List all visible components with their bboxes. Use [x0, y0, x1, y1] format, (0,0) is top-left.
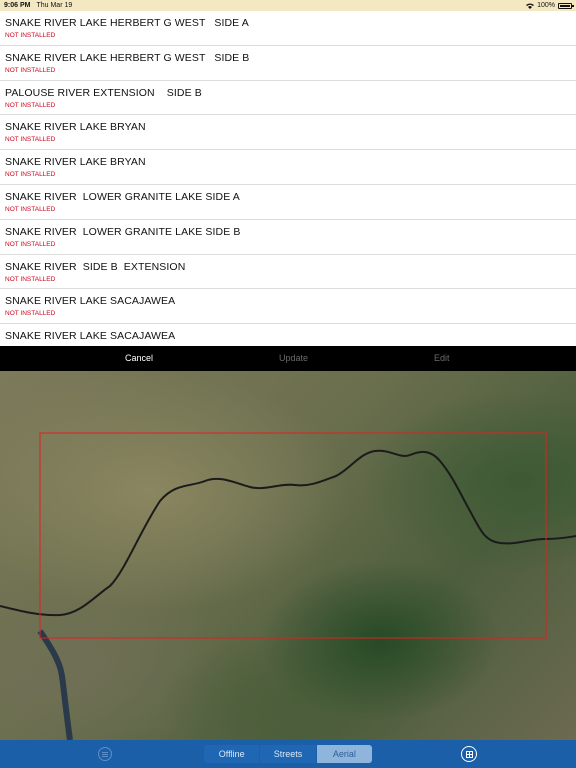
map-overlay — [0, 432, 576, 740]
lake-list: SNAKE RIVER LAKE HERBERT G WEST SIDE A NO… — [0, 11, 576, 346]
list-icon[interactable] — [98, 747, 112, 761]
grid-glyph — [465, 750, 473, 758]
map-type-segmented-control: Offline Streets Aerial — [204, 745, 372, 763]
lake-row[interactable]: SNAKE RIVER LAKE SACAJAWEA NOT INSTALLED — [0, 289, 576, 325]
install-status: NOT INSTALLED — [5, 32, 56, 39]
battery-icon — [558, 2, 574, 9]
lake-title: SNAKE RIVER LAKE BRYAN — [5, 156, 146, 169]
install-status: NOT INSTALLED — [5, 240, 56, 248]
lake-title: PALOUSE RIVER EXTENSION SIDE B — [5, 86, 202, 99]
lake-row[interactable]: SNAKE RIVER LAKE HERBERT G WEST SIDE B NO… — [0, 46, 576, 81]
status-time: 9:06 PM — [4, 2, 31, 9]
lake-title: SNAKE RIVER SIDE B EXTENSION — [5, 260, 186, 273]
lake-title: SNAKE RIVER LAKE SACAJAWEA — [5, 330, 176, 343]
install-status: NOT INSTALLED — [5, 205, 56, 213]
segment-aerial[interactable]: Aerial — [316, 745, 372, 763]
segment-streets[interactable]: Streets — [260, 745, 317, 763]
install-status: NOT INSTALLED — [5, 136, 56, 144]
columbia-river — [37, 629, 73, 740]
lake-title: SNAKE RIVER LAKE SACAJAWEA — [5, 295, 176, 308]
install-status: NOT INSTALLED — [5, 310, 56, 318]
lake-row[interactable]: SNAKE RIVER LAKE HERBERT G WEST SIDE A NO… — [0, 11, 576, 46]
lake-row[interactable]: SNAKE RIVER LAKE BRYAN NOT INSTALLED — [0, 115, 576, 151]
action-bar: Cancel Update Edit — [0, 346, 576, 371]
edit-button[interactable]: Edit — [434, 353, 450, 363]
aerial-map[interactable] — [0, 371, 576, 740]
cancel-button[interactable]: Cancel — [125, 353, 153, 363]
lake-row[interactable]: PALOUSE RIVER EXTENSION SIDE B NOT INSTAL… — [0, 81, 576, 116]
lake-title: SNAKE RIVER LAKE BRYAN — [5, 121, 146, 134]
segment-offline[interactable]: Offline — [204, 745, 261, 763]
snake-river — [0, 449, 576, 617]
grid-icon[interactable] — [461, 746, 477, 762]
selection-rectangle[interactable] — [39, 432, 547, 639]
lake-row[interactable]: SNAKE RIVER LAKE SACAJAWEA — [0, 324, 576, 346]
lake-row[interactable]: SNAKE RIVER LAKE BRYAN NOT INSTALLED — [0, 150, 576, 185]
lake-title: SNAKE RIVER LOWER GRANITE LAKE SIDE B — [5, 225, 241, 238]
status-date: Thu Mar 19 — [36, 2, 73, 9]
lake-row[interactable]: SNAKE RIVER LOWER GRANITE LAKE SIDE A NOT… — [0, 185, 576, 220]
lake-title: SNAKE RIVER LAKE HERBERT G WEST SIDE B — [5, 51, 250, 64]
update-button[interactable]: Update — [279, 353, 308, 363]
lake-title: SNAKE RIVER LOWER GRANITE LAKE SIDE A — [5, 190, 240, 203]
install-status: NOT INSTALLED — [5, 171, 56, 179]
lake-title: SNAKE RIVER LAKE HERBERT G WEST SIDE A — [5, 17, 249, 29]
lake-row[interactable]: SNAKE RIVER SIDE B EXTENSION NOT INSTALLE… — [0, 255, 576, 290]
lake-row[interactable]: SNAKE RIVER LOWER GRANITE LAKE SIDE B NOT… — [0, 220, 576, 255]
wifi-icon — [526, 3, 535, 9]
status-right: 100% — [526, 2, 574, 9]
install-status: NOT INSTALLED — [5, 275, 56, 283]
bottom-toolbar: Offline Streets Aerial — [0, 740, 576, 768]
status-bar: 9:06 PM Thu Mar 19 100% — [0, 0, 576, 11]
install-status: NOT INSTALLED — [5, 101, 56, 109]
install-status: NOT INSTALLED — [5, 66, 56, 74]
battery-percent: 100% — [537, 2, 555, 9]
